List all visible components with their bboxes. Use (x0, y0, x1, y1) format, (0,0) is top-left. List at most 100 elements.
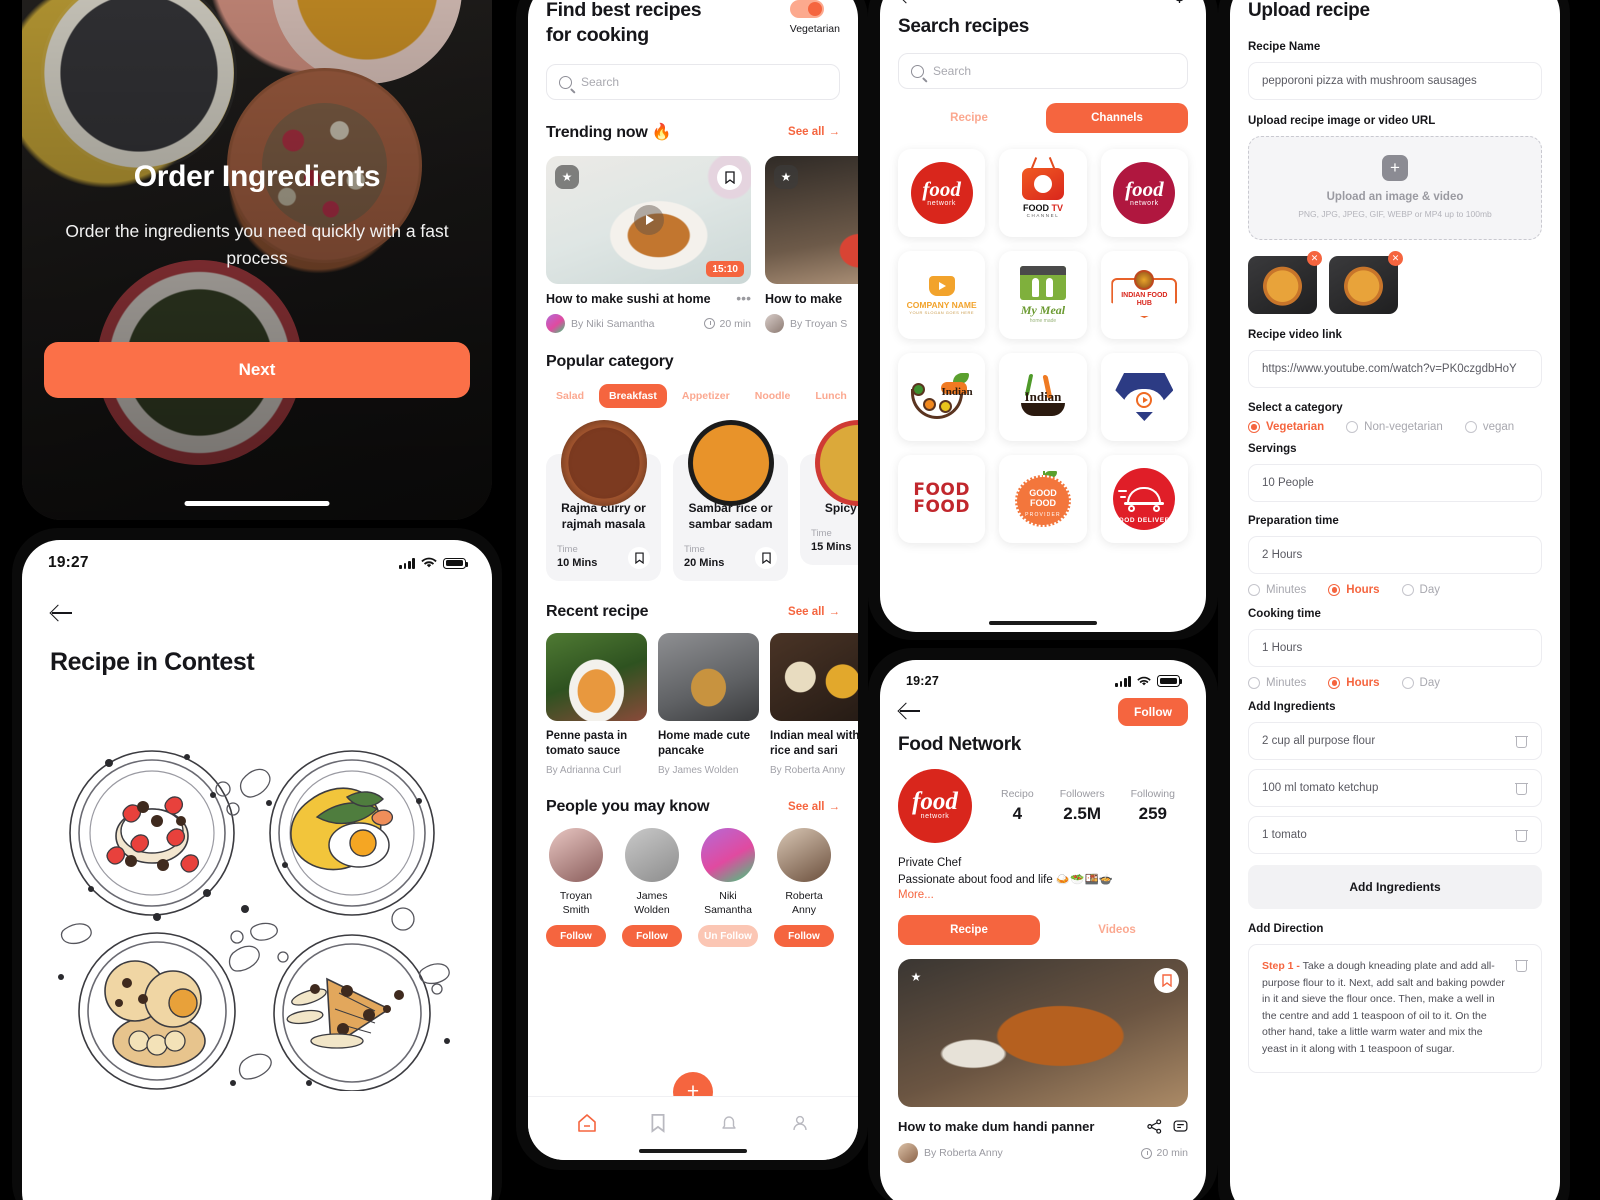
search-input[interactable]: Search (546, 64, 840, 100)
follow-button[interactable]: Follow (774, 925, 834, 947)
delete-icon[interactable] (1515, 734, 1528, 748)
category-chip-breakfast[interactable]: Breakfast (599, 384, 667, 408)
tab-videos[interactable]: Videos (1046, 915, 1188, 945)
channel-card-good-food[interactable]: GOOD FOOD PROVIDER (999, 455, 1087, 543)
plus-icon[interactable]: + (1382, 155, 1408, 181)
remove-icon[interactable]: ✕ (1388, 251, 1403, 266)
voice-search-icon[interactable] (1171, 0, 1188, 4)
cook-time-input[interactable]: 1 Hours (1248, 629, 1542, 667)
channel-card-my-meal[interactable]: My Meal home made (999, 251, 1087, 339)
channel-card-indian-food[interactable]: Indian (898, 353, 986, 441)
unfollow-button[interactable]: Un Follow (698, 925, 758, 947)
media-dropzone[interactable]: + Upload an image & video PNG, JPG, JPEG… (1248, 136, 1542, 240)
delete-icon[interactable] (1515, 781, 1528, 795)
search-tabs[interactable]: Recipe Channels (898, 103, 1188, 133)
bookmark-icon[interactable] (628, 547, 650, 569)
tab-recipe[interactable]: Recipe (898, 915, 1040, 945)
channel-card-indian[interactable]: Indian (999, 353, 1087, 441)
radio-vegan[interactable]: vegan (1464, 421, 1514, 433)
channel-card-food-network[interactable]: food network (898, 149, 986, 237)
bell-icon[interactable] (720, 1113, 738, 1133)
recent-recipe-list[interactable]: Penne pasta in tomato sauce By Adrianna … (528, 621, 858, 776)
delete-icon[interactable] (1515, 958, 1528, 972)
more-options-icon[interactable]: ••• (736, 290, 751, 306)
add-ingredients-button[interactable]: Add Ingredients (1248, 865, 1542, 909)
follow-button[interactable]: Follow (622, 925, 682, 947)
radio-non-vegetarian[interactable]: Non-vegetarian (1346, 421, 1443, 433)
bookmark-icon[interactable] (755, 547, 777, 569)
channel-card-food-food[interactable]: FOOD FOOD (898, 455, 986, 543)
tab-channels[interactable]: Channels (1046, 103, 1188, 133)
profile-icon[interactable] (791, 1113, 809, 1133)
radio-prep-hours[interactable]: Hours (1328, 584, 1380, 596)
channel-card-food-tv[interactable]: FOOD TV CHANNEL (999, 149, 1087, 237)
home-icon[interactable] (577, 1113, 597, 1133)
category-chip-appetizer[interactable]: Appetizer (672, 384, 740, 408)
recent-recipe-card[interactable]: Penne pasta in tomato sauce By Adrianna … (546, 633, 647, 776)
ingredient-row[interactable]: 1 tomato (1248, 816, 1542, 854)
people-see-all[interactable]: See all → (788, 801, 840, 813)
bookmark-icon[interactable] (1154, 968, 1179, 993)
channel-card-food-delivery[interactable]: FOOD DELIVERY (1100, 455, 1188, 543)
trending-card[interactable]: ★ How to make By Troyan S (765, 156, 858, 333)
channel-card-indian-food-hub[interactable]: INDIAN FOOD HUB (1100, 251, 1188, 339)
channel-card-food-network-maroon[interactable]: food network (1100, 149, 1188, 237)
next-button[interactable]: Next (44, 342, 470, 398)
trending-card[interactable]: ★ 15:10 How to make sushi at home ••• By… (546, 156, 751, 333)
comment-icon[interactable] (1173, 1119, 1188, 1134)
prep-unit-radio-group[interactable]: Minutes Hours Day (1248, 584, 1542, 596)
trending-list[interactable]: ★ 15:10 How to make sushi at home ••• By… (528, 142, 858, 333)
back-button[interactable] (50, 600, 76, 626)
tab-recipe[interactable]: Recipe (898, 103, 1040, 133)
person-card[interactable]: James Wolden Follow (622, 828, 682, 947)
profile-tabs[interactable]: Recipe Videos (898, 915, 1188, 945)
channel-card-blue-cloche[interactable] (1100, 353, 1188, 441)
channel-card-company-name[interactable]: COMPANY NAME YOUR SLOGAN GOES HERE (898, 251, 986, 339)
more-link[interactable]: More... (898, 889, 1188, 901)
cook-unit-radio-group[interactable]: Minutes Hours Day (1248, 677, 1542, 689)
servings-input[interactable]: 10 People (1248, 464, 1542, 502)
post-image[interactable]: ★ (898, 959, 1188, 1107)
radio-vegetarian[interactable]: Vegetarian (1248, 421, 1324, 433)
ingredient-row[interactable]: 2 cup all purpose flour (1248, 722, 1542, 760)
recent-recipe-card[interactable]: Indian meal with rice and sari By Robert… (770, 633, 858, 776)
category-card[interactable]: Sambar rice or sambar sadam Time 20 Mins (673, 420, 788, 581)
radio-prep-minutes[interactable]: Minutes (1248, 584, 1306, 596)
video-link-input[interactable]: https://www.youtube.com/watch?v=PK0czgdb… (1248, 350, 1542, 388)
follow-button[interactable]: Follow (546, 925, 606, 947)
recent-see-all[interactable]: See all → (788, 606, 840, 618)
play-icon[interactable] (633, 205, 664, 235)
person-card[interactable]: Niki Samantha Un Follow (698, 828, 758, 947)
recent-recipe-card[interactable]: Home made cute pancake By James Wolden (658, 633, 759, 776)
category-chip-list[interactable]: Salad Breakfast Appetizer Noodle Lunch (546, 384, 847, 408)
back-button[interactable] (898, 698, 924, 724)
ingredient-row[interactable]: 100 ml tomato ketchup (1248, 769, 1542, 807)
category-card[interactable]: Spicy curry Time 15 Mins (800, 420, 858, 581)
search-input[interactable]: Search (898, 53, 1188, 89)
remove-icon[interactable]: ✕ (1307, 251, 1322, 266)
category-chip-salad[interactable]: Salad (546, 384, 594, 408)
category-chip-noodle[interactable]: Noodle (745, 384, 801, 408)
uploaded-thumbnail[interactable]: ✕ (1248, 251, 1322, 314)
category-chip-lunch[interactable]: Lunch (805, 384, 857, 408)
popular-category-list[interactable]: Rajma curry or rajmah masala Time 10 Min… (528, 408, 858, 581)
prep-time-input[interactable]: 2 Hours (1248, 536, 1542, 574)
recipe-name-input[interactable]: pepporoni pizza with mushroom sausages (1248, 62, 1542, 100)
bookmark-icon[interactable] (650, 1113, 666, 1133)
trending-see-all[interactable]: See all → (788, 126, 840, 138)
back-button[interactable] (898, 0, 924, 8)
direction-step-row[interactable]: Step 1 - Take a dough kneading plate and… (1248, 944, 1542, 1073)
category-card[interactable]: Rajma curry or rajmah masala Time 10 Min… (546, 420, 661, 581)
radio-cook-minutes[interactable]: Minutes (1248, 677, 1306, 689)
uploaded-thumbnail[interactable]: ✕ (1329, 251, 1403, 314)
share-icon[interactable] (1147, 1119, 1162, 1134)
person-card[interactable]: Roberta Anny Follow (774, 828, 834, 947)
vegetarian-toggle[interactable] (789, 0, 824, 18)
category-radio-group[interactable]: Vegetarian Non-vegetarian vegan (1248, 421, 1542, 433)
radio-cook-day[interactable]: Day (1401, 677, 1440, 689)
bookmark-icon[interactable] (717, 165, 742, 190)
radio-cook-hours[interactable]: Hours (1328, 677, 1380, 689)
follow-button[interactable]: Follow (1118, 698, 1188, 726)
delete-icon[interactable] (1515, 828, 1528, 842)
radio-prep-day[interactable]: Day (1401, 584, 1440, 596)
